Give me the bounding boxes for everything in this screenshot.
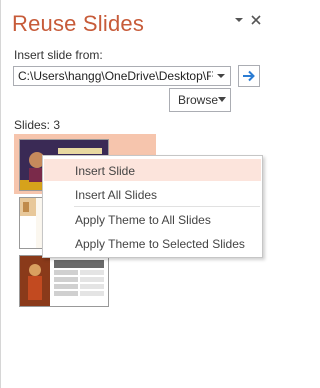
slide-thumbnail-item[interactable] bbox=[14, 254, 156, 307]
menu-item-insert-slide[interactable]: Insert Slide bbox=[44, 159, 261, 181]
slides-count-label: Slides: 3 bbox=[14, 118, 61, 132]
menu-item-apply-theme-all[interactable]: Apply Theme to All Slides bbox=[44, 208, 261, 230]
close-icon[interactable] bbox=[250, 14, 262, 26]
go-button[interactable] bbox=[238, 65, 260, 87]
slide-thumbnail-3[interactable] bbox=[19, 255, 109, 307]
menu-item-label: Apply Theme to Selected Slides bbox=[75, 237, 245, 251]
insert-from-label: Insert slide from: bbox=[14, 48, 103, 62]
menu-item-insert-all-slides[interactable]: Insert All Slides bbox=[44, 183, 261, 205]
menu-item-label: Insert Slide bbox=[75, 164, 136, 178]
menu-item-label: Apply Theme to All Slides bbox=[75, 213, 211, 227]
pane-title: Reuse Slides bbox=[12, 11, 145, 36]
menu-item-label: Insert All Slides bbox=[75, 188, 158, 202]
menu-item-apply-theme-selected[interactable]: Apply Theme to Selected Slides bbox=[44, 232, 261, 254]
source-path-combobox[interactable]: C:\Users\hangg\OneDrive\Desktop\F bbox=[13, 66, 231, 86]
source-path-value[interactable]: C:\Users\hangg\OneDrive\Desktop\F bbox=[18, 69, 213, 83]
context-menu: Insert Slide Insert All Slides Apply The… bbox=[42, 155, 263, 258]
caret-down-icon[interactable] bbox=[211, 67, 230, 85]
reuse-slides-pane: Reuse Slides Insert slide from: C:\Users… bbox=[0, 0, 274, 388]
caret-down-icon bbox=[218, 97, 226, 102]
browse-label: Browse bbox=[178, 93, 219, 107]
pane-left-border bbox=[0, 0, 1, 388]
browse-button[interactable]: Browse bbox=[169, 88, 231, 112]
menu-separator bbox=[74, 206, 260, 207]
arrow-right-icon bbox=[243, 70, 255, 82]
chevron-down-icon[interactable] bbox=[233, 14, 245, 26]
